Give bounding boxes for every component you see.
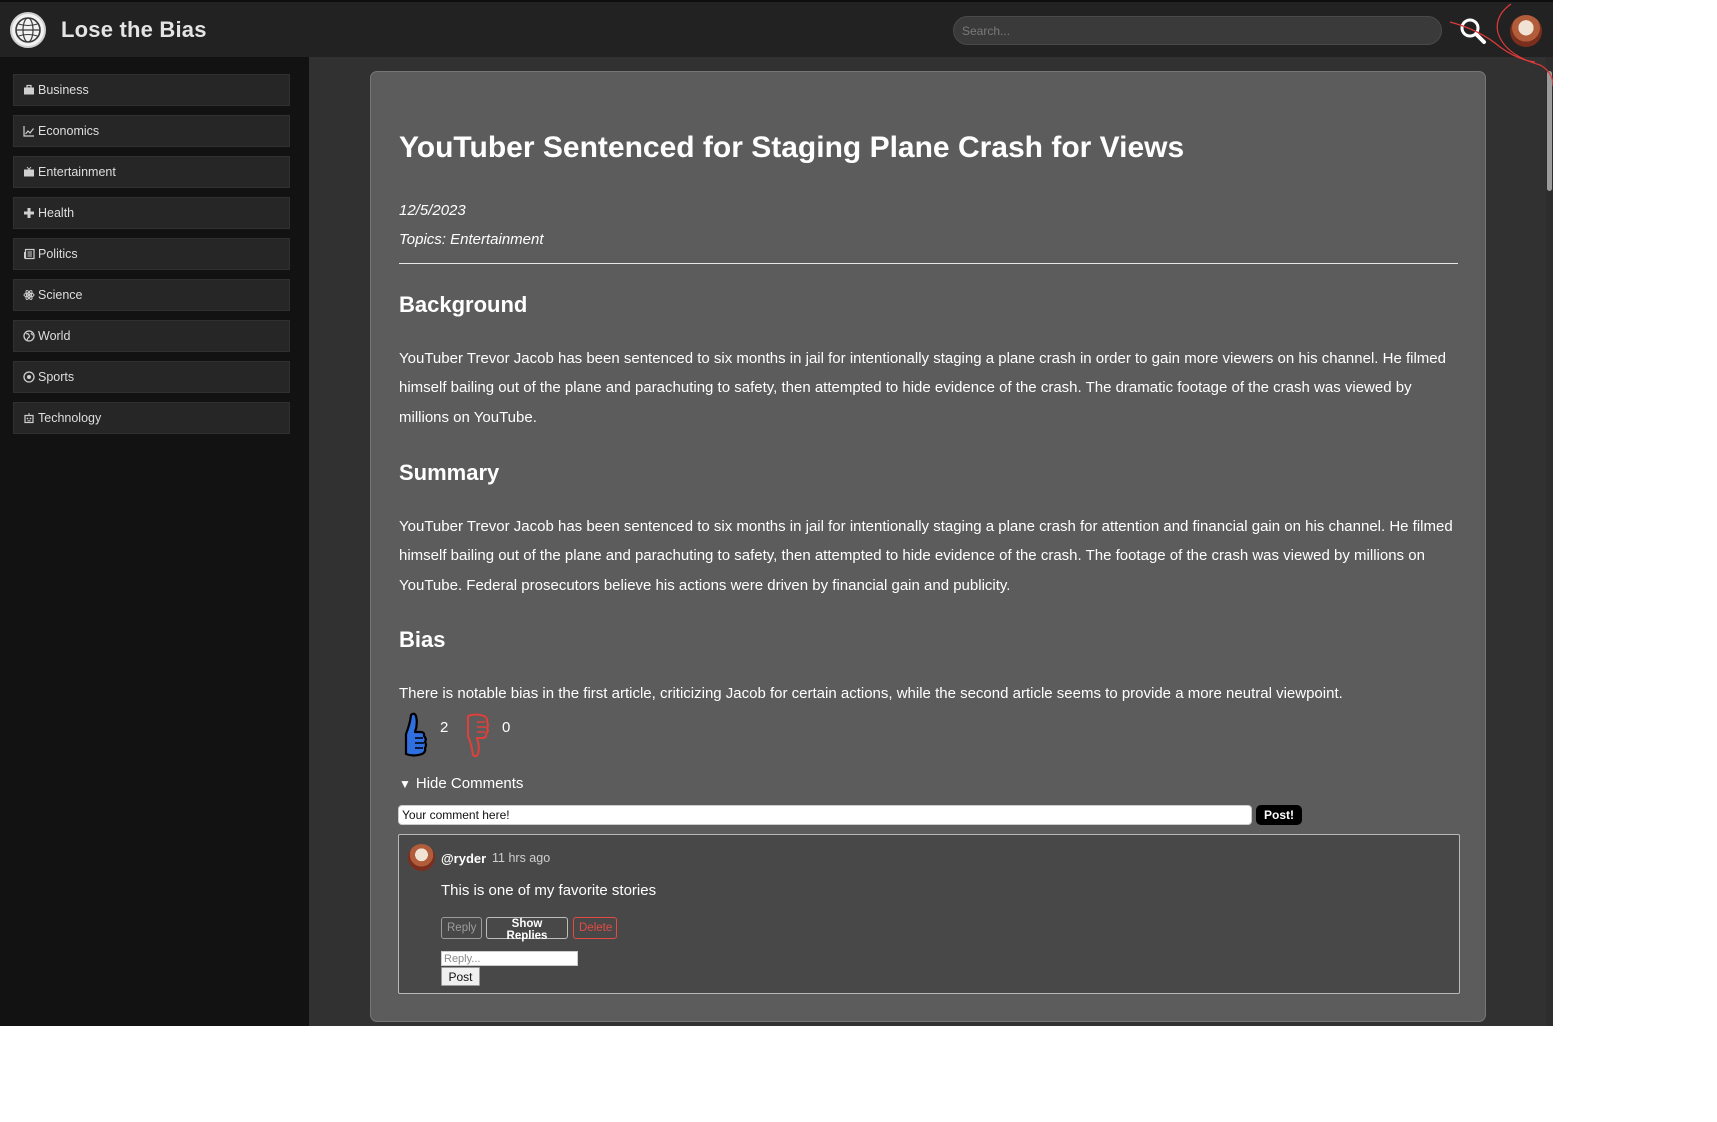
show-replies-button[interactable]: Show Replies xyxy=(486,917,568,942)
thumbs-up-icon[interactable] xyxy=(400,712,428,763)
sidebar-item-world[interactable]: World xyxy=(13,320,290,352)
comment-timestamp: 11 hrs ago xyxy=(492,851,551,865)
reply-button[interactable]: Reply xyxy=(441,917,482,939)
reply-input[interactable] xyxy=(441,951,578,966)
article-date: 12/5/2023 xyxy=(399,202,466,219)
comment-input[interactable] xyxy=(398,805,1252,825)
likes-count: 2 xyxy=(440,719,449,736)
background-heading: Background xyxy=(399,292,528,317)
sidebar-item-business[interactable]: Business xyxy=(13,74,290,106)
sidebar-item-label: World xyxy=(38,329,71,343)
article-title: YouTuber Sentenced for Staging Plane Cra… xyxy=(399,131,1185,164)
newspaper-icon xyxy=(23,248,35,260)
delete-button[interactable]: Delete xyxy=(573,917,617,939)
atom-icon xyxy=(23,289,35,301)
hide-comments-toggle[interactable]: ▼ Hide Comments xyxy=(399,775,523,792)
comment-username[interactable]: @ryder xyxy=(441,851,486,866)
bias-text: There is notable bias in the first artic… xyxy=(399,685,1343,702)
robot-icon xyxy=(23,412,35,424)
sidebar-item-label: Politics xyxy=(38,247,78,261)
hide-comments-label: Hide Comments xyxy=(415,775,524,792)
sidebar-item-politics[interactable]: Politics xyxy=(13,238,290,270)
bias-heading: Bias xyxy=(399,627,446,652)
triangle-down-icon: ▼ xyxy=(399,777,411,791)
user-avatar-icon[interactable] xyxy=(1510,15,1542,47)
site-title[interactable]: Lose the Bias xyxy=(61,17,207,43)
globe-logo-icon[interactable] xyxy=(10,12,46,48)
line-chart-icon xyxy=(23,125,35,137)
sidebar-item-label: Health xyxy=(38,206,75,220)
summary-text: YouTuber Trevor Jacob has been sentenced… xyxy=(399,518,1453,594)
sidebar-item-health[interactable]: Health xyxy=(13,197,290,229)
post-comment-button[interactable]: Post! xyxy=(1256,805,1302,825)
search-icon[interactable] xyxy=(1458,17,1488,47)
sidebar-item-technology[interactable]: Technology xyxy=(13,402,290,434)
top-nav-bar: Lose the Bias xyxy=(0,0,1553,57)
article-topics: Topics: Entertainment xyxy=(399,231,544,248)
ball-icon xyxy=(23,371,35,383)
globe-icon xyxy=(23,330,35,342)
sidebar-item-sports[interactable]: Sports xyxy=(13,361,290,393)
sidebar-item-label: Technology xyxy=(38,411,102,425)
summary-heading: Summary xyxy=(399,460,500,485)
dislikes-count: 0 xyxy=(502,719,511,736)
reply-post-button[interactable]: Post xyxy=(441,967,480,986)
plus-icon xyxy=(23,207,35,219)
commenter-avatar-icon[interactable] xyxy=(408,844,435,871)
sidebar-item-label: Business xyxy=(38,83,89,97)
sidebar-item-label: Sports xyxy=(38,370,75,384)
category-sidebar: Business Economics Entertainment Health … xyxy=(0,57,309,1026)
sidebar-item-label: Economics xyxy=(38,124,100,138)
sidebar-item-economics[interactable]: Economics xyxy=(13,115,290,147)
search-input[interactable] xyxy=(953,16,1442,45)
sidebar-item-entertainment[interactable]: Entertainment xyxy=(13,156,290,188)
comment-item: @ryder 11 hrs ago This is one of my favo… xyxy=(398,834,1460,994)
background-text: YouTuber Trevor Jacob has been sentenced… xyxy=(399,350,1446,426)
sidebar-item-label: Entertainment xyxy=(38,165,116,179)
sidebar-item-science[interactable]: Science xyxy=(13,279,290,311)
article-card: YouTuber Sentenced for Staging Plane Cra… xyxy=(370,71,1486,1022)
divider xyxy=(399,263,1458,264)
comment-text: This is one of my favorite stories xyxy=(441,882,657,899)
thumbs-down-icon[interactable] xyxy=(462,712,490,763)
sidebar-item-label: Science xyxy=(38,288,83,302)
briefcase-icon xyxy=(23,84,35,96)
app-window: Lose the Bias Business Economics xyxy=(0,0,1553,1026)
page-scrollbar[interactable] xyxy=(1546,57,1553,1026)
scrollbar-thumb[interactable] xyxy=(1547,71,1552,191)
tv-icon xyxy=(23,166,35,178)
